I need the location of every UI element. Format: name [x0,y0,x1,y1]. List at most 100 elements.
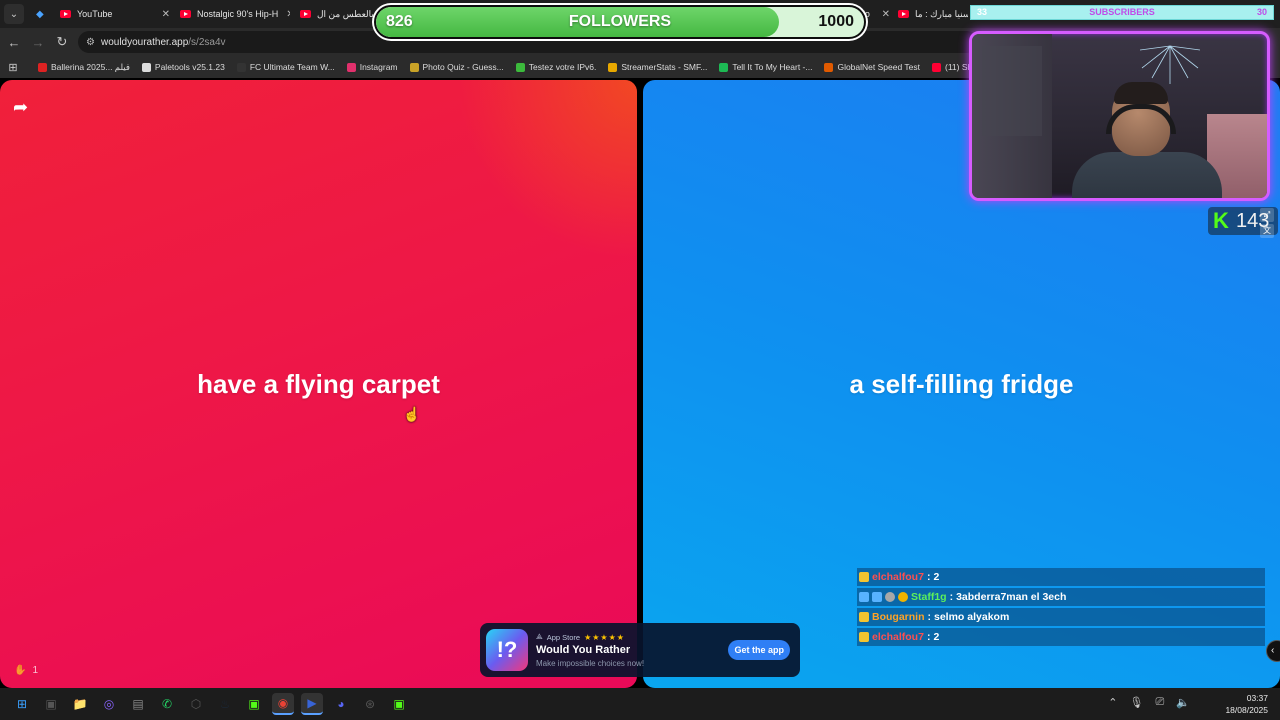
cortana-icon[interactable]: ◎ [98,693,120,715]
chat-separator: : [926,571,931,583]
option-b-text: a self-filling fridge [849,368,1074,399]
share-icon[interactable]: ➦ [13,97,28,118]
task-view-icon[interactable]: ▣ [40,693,62,715]
app-logo-icon: !? [486,629,528,671]
clock-time: 03:37 [1246,693,1268,703]
followers-label: FOLLOWERS [568,13,672,30]
bookmark-label: Testez votre IPv6. [528,62,597,72]
chat-badge-icon [885,592,895,602]
system-clock[interactable]: 03:37 18/08/2025 [1225,692,1268,716]
chat-badge-icon [872,592,882,602]
chat-text: 2 [933,571,940,583]
kick-app-icon[interactable]: ▣ [243,693,265,715]
close-icon[interactable]: ✕ [874,9,890,20]
browser-tab[interactable]: بالعطس من ال... [300,4,380,24]
bookmark-favicon-icon [515,62,525,72]
chat-message: Staff1g:3abderra7man el 3ech [857,588,1265,606]
app-store-icon: ⟁ [536,632,543,641]
likes-counter[interactable]: ✋ 1 [14,665,38,676]
hand-icon: ✋ [14,665,27,676]
address-path: /s/2sa4v [188,36,226,48]
chat-text: 2 [933,631,940,643]
bookmark-label: GlobalNet Speed Test [837,62,920,72]
close-icon[interactable]: ✕ [278,9,290,20]
bookmark-favicon-icon [608,62,618,72]
bookmark-label: Ballerina 2025... فيلم [51,61,130,72]
chat-message: Bougarnin: selmo alyakom [857,608,1265,626]
youtube-icon [898,10,909,18]
bookmark-favicon-icon [719,62,729,72]
unity-icon[interactable]: ⬡ [185,693,207,715]
clock-date: 18/08/2025 [1225,705,1268,715]
chat-username[interactable]: Bougarnin [872,611,925,623]
app-store-banner[interactable]: !? ⟁ App Store ★★★★★ Would You Rather Ma… [480,623,800,677]
app-icon[interactable]: ▤ [127,693,149,715]
steam-icon[interactable]: ♨ [214,693,236,715]
network-icon[interactable]: ⎚ [1155,696,1164,709]
chat-badge-icon [898,592,908,602]
close-icon[interactable]: ✕ [154,9,170,20]
browser-tab[interactable]: Nostalgic 90's Hip-H✕ [180,4,290,24]
tab-search-button[interactable]: ⌄ [4,4,24,24]
bookmark-item[interactable]: Tell It To My Heart -... [719,62,812,73]
bookmark-item[interactable]: Testez votre IPv6. [515,62,597,73]
back-button[interactable]: ← [2,35,26,50]
bookmark-item[interactable]: Paletools v25.1.23 [141,62,225,73]
bookmark-label: Photo Quiz - Guess... [422,62,504,72]
string-lights-icon [1140,45,1200,84]
bookmark-favicon-icon [824,62,834,72]
chat-message: elchalfou7:2 [857,568,1265,586]
microphone-icon[interactable]: 🎙 [1130,696,1144,709]
bookmark-item[interactable]: Ballerina 2025... فيلم [38,62,130,73]
forward-button[interactable]: → [26,35,50,50]
chat-username[interactable]: Staff1g [911,591,947,603]
chevron-up-icon[interactable]: ⌃ [1108,696,1117,709]
bookmark-favicon-icon [38,62,47,72]
pinned-tab-icon[interactable]: ◆ [36,9,44,20]
crown-badge-icon [859,632,869,642]
option-a-text: have a flying carpet [197,368,440,399]
chat-badge-icon [859,592,869,602]
option-a-panel[interactable]: ➦ have a flying carpet ✋ 1 ☝ [0,80,637,688]
reload-button[interactable]: ↻ [50,34,74,50]
discord-icon[interactable]: ◕ [330,693,352,715]
youtube-icon [300,10,311,18]
bookmark-item[interactable]: StreamerStats - SMF... [608,62,707,73]
chat-separator: : [926,631,931,643]
browser-tab[interactable]: YouTube ✕ [60,4,170,24]
bookmark-item[interactable]: GlobalNet Speed Test [824,62,920,73]
webcam-shelf [982,46,1042,136]
expand-icon[interactable]: ⤢ [1260,208,1274,222]
chrome-icon[interactable]: ◉ [272,693,294,715]
chat-text: selmo alyakom [934,611,1010,623]
banner-title: Would You Rather [536,644,631,656]
site-info-icon[interactable]: ⚙ [86,37,95,48]
whatsapp-icon[interactable]: ✆ [156,693,178,715]
bookmark-item[interactable]: Photo Quiz - Guess... [409,62,504,73]
bookmark-item[interactable]: FC Ultimate Team W... [236,62,335,73]
followers-goal-bar: 826 FOLLOWERS 1000 [374,5,866,39]
windows-icon[interactable]: ⊞ [11,693,33,715]
apps-grid-icon[interactable]: ⊞ [0,61,26,74]
banner-text: ⟁ App Store ★★★★★ Would You Rather Make … [536,632,644,668]
chat-username[interactable]: elchalfou7 [872,571,924,583]
file-explorer-icon[interactable]: 📁 [69,693,91,715]
tab-title: سنيا مبارك : ما [915,8,968,19]
obs-icon[interactable]: ▶ [301,693,323,715]
banner-store-label: App Store [546,632,581,642]
chat-username[interactable]: elchalfou7 [872,631,924,643]
tab-title: بالعطس من ال... [317,8,380,19]
kick-app-icon-2[interactable]: ▣ [388,693,410,715]
address-host: wouldyourather.app [100,36,189,48]
bookmark-label: Instagram [359,62,398,72]
bookmark-label: StreamerStats - SMF... [621,62,708,72]
bookmark-item[interactable]: Instagram [346,62,398,73]
speaker-icon[interactable]: 🔈 [1176,696,1190,709]
subscribers-goal-bar: 33 SUBSCRIBERS 30 [970,5,1274,20]
translate-icon[interactable]: 文 [1260,224,1274,238]
chat-message: elchalfou7:2 [857,628,1265,646]
likes-count: 1 [32,665,39,676]
get-the-app-button[interactable]: Get the app [728,640,790,660]
capcut-icon[interactable]: ⊛ [359,693,381,715]
browser-tab[interactable]: سنيا مبارك : ما [898,4,968,24]
